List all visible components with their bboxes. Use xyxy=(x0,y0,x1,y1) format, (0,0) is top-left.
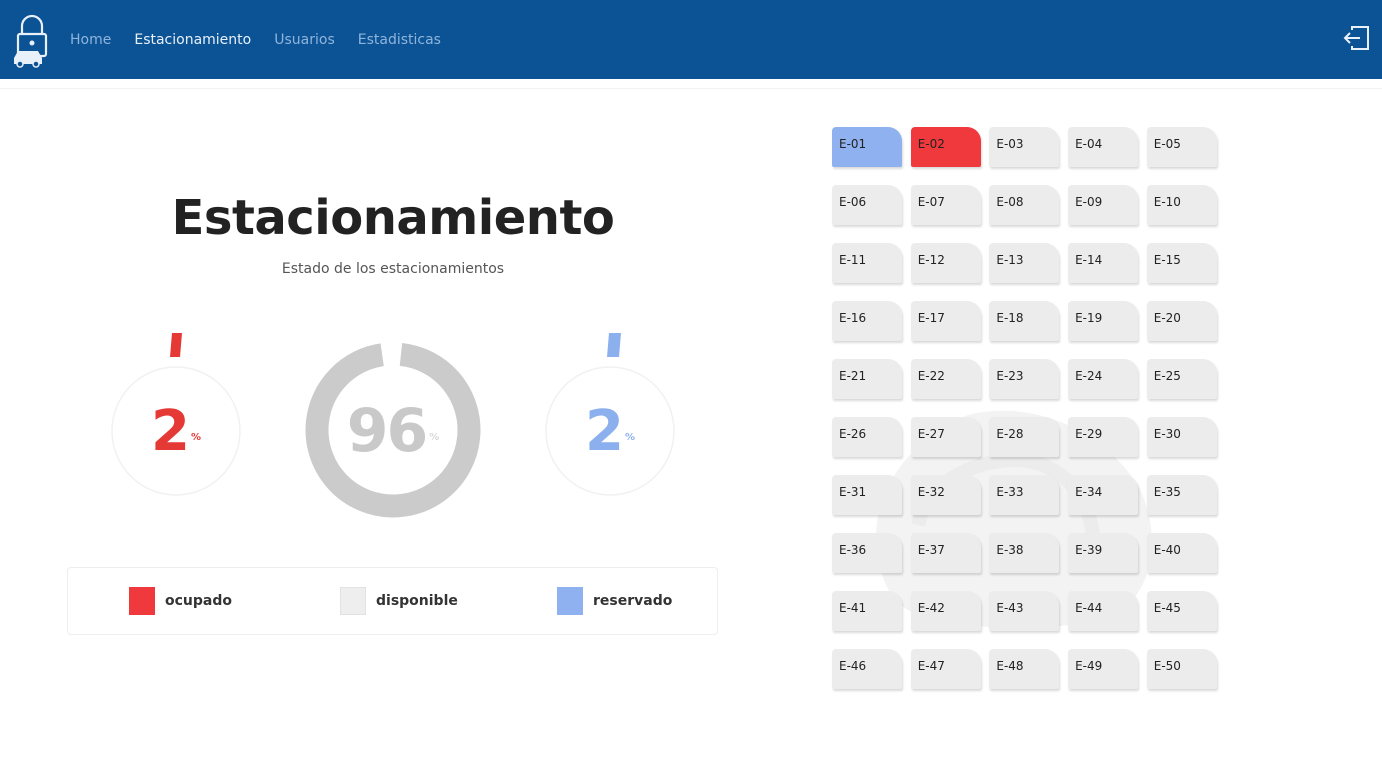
parking-spot-e-33[interactable]: E-33 xyxy=(989,475,1060,515)
legend-swatch-disponible xyxy=(340,587,366,615)
parking-spot-e-05[interactable]: E-05 xyxy=(1146,127,1217,167)
nav-links: Home Estacionamiento Usuarios Estadistic… xyxy=(70,0,441,79)
parking-spot-e-44[interactable]: E-44 xyxy=(1068,591,1139,631)
parking-spot-grid: E-01 E-02 E-03 E-04 E-05 E-06 E-07 E-08 E-09 E-10… xyxy=(832,127,1217,689)
reservado-unit: % xyxy=(624,431,635,443)
legend-label-disponible: disponible xyxy=(376,593,458,609)
parking-spot-e-24[interactable]: E-24 xyxy=(1068,359,1139,399)
legend-label-ocupado: ocupado xyxy=(165,593,232,609)
parking-spot-e-10[interactable]: E-10 xyxy=(1146,185,1217,225)
parking-spot-e-07[interactable]: E-07 xyxy=(910,185,981,225)
parking-spot-e-25[interactable]: E-25 xyxy=(1146,359,1217,399)
parking-spot-e-17[interactable]: E-17 xyxy=(910,301,981,341)
reservado-value: 2 xyxy=(585,398,624,464)
parking-spot-e-39[interactable]: E-39 xyxy=(1068,533,1139,573)
header-divider xyxy=(0,88,1382,89)
disponible-unit: % xyxy=(429,431,440,443)
parking-spot-e-30[interactable]: E-30 xyxy=(1146,417,1217,457)
parking-spot-e-43[interactable]: E-43 xyxy=(989,591,1060,631)
parking-spot-e-14[interactable]: E-14 xyxy=(1068,243,1139,283)
nav-estadisticas[interactable]: Estadisticas xyxy=(358,32,441,48)
legend-label-reservado: reservado xyxy=(593,593,673,609)
parking-spot-e-41[interactable]: E-41 xyxy=(832,591,902,631)
parking-spot-e-48[interactable]: E-48 xyxy=(989,649,1060,689)
parking-spot-e-08[interactable]: E-08 xyxy=(989,185,1060,225)
parking-spot-e-38[interactable]: E-38 xyxy=(989,533,1060,573)
reservado-arc xyxy=(607,333,621,357)
parking-spot-e-40[interactable]: E-40 xyxy=(1146,533,1217,573)
parking-spot-e-31[interactable]: E-31 xyxy=(832,475,902,515)
parking-spot-e-21[interactable]: E-21 xyxy=(832,359,902,399)
parking-spot-e-42[interactable]: E-42 xyxy=(910,591,981,631)
parking-spot-e-50[interactable]: E-50 xyxy=(1146,649,1217,689)
legend-disponible: disponible xyxy=(340,587,458,615)
logout-icon[interactable] xyxy=(1342,25,1370,51)
nav-home[interactable]: Home xyxy=(70,32,111,48)
parking-spot-e-28[interactable]: E-28 xyxy=(989,417,1060,457)
parking-spot-e-27[interactable]: E-27 xyxy=(910,417,981,457)
parking-spot-e-12[interactable]: E-12 xyxy=(910,243,981,283)
parking-spot-e-36[interactable]: E-36 xyxy=(832,533,902,573)
parking-spot-e-15[interactable]: E-15 xyxy=(1146,243,1217,283)
legend-reservado: reservado xyxy=(557,587,672,615)
parking-spot-e-26[interactable]: E-26 xyxy=(832,417,902,457)
parking-spot-e-23[interactable]: E-23 xyxy=(989,359,1060,399)
parking-spot-e-09[interactable]: E-09 xyxy=(1068,185,1139,225)
parking-spot-e-45[interactable]: E-45 xyxy=(1146,591,1217,631)
ocupado-arc xyxy=(170,333,182,357)
legend-ocupado: ocupado xyxy=(129,587,232,615)
parking-spot-e-20[interactable]: E-20 xyxy=(1146,301,1217,341)
parking-lock-car-icon[interactable] xyxy=(10,12,54,68)
nav-estacionamiento[interactable]: Estacionamiento xyxy=(134,32,251,48)
legend-swatch-ocupado xyxy=(129,587,155,615)
parking-spot-e-32[interactable]: E-32 xyxy=(910,475,981,515)
parking-spot-e-02[interactable]: E-02 xyxy=(910,127,981,167)
parking-spot-e-06[interactable]: E-06 xyxy=(832,185,902,225)
parking-spot-e-11[interactable]: E-11 xyxy=(832,243,902,283)
parking-spot-e-29[interactable]: E-29 xyxy=(1068,417,1139,457)
nav-usuarios[interactable]: Usuarios xyxy=(274,32,335,48)
ocupado-gauge: 2 % xyxy=(110,330,242,504)
reservado-gauge: 2 % xyxy=(544,330,676,504)
parking-spot-e-47[interactable]: E-47 xyxy=(910,649,981,689)
parking-spot-e-18[interactable]: E-18 xyxy=(989,301,1060,341)
parking-spot-e-19[interactable]: E-19 xyxy=(1068,301,1139,341)
ocupado-value: 2 xyxy=(151,398,190,464)
parking-spot-e-01[interactable]: E-01 xyxy=(832,127,902,167)
navbar: Home Estacionamiento Usuarios Estadistic… xyxy=(0,0,1382,79)
page-subtitle: Estado de los estacionamientos xyxy=(281,261,505,277)
page-title: Estacionamiento xyxy=(171,190,615,246)
ocupado-unit: % xyxy=(190,431,201,443)
legend: ocupado disponible reservado xyxy=(67,567,718,635)
parking-spot-e-13[interactable]: E-13 xyxy=(989,243,1060,283)
parking-spot-e-49[interactable]: E-49 xyxy=(1068,649,1139,689)
parking-spot-e-37[interactable]: E-37 xyxy=(910,533,981,573)
parking-spot-e-46[interactable]: E-46 xyxy=(832,649,902,689)
disponible-gauge: 96 % xyxy=(304,332,482,530)
disponible-value: 96 xyxy=(346,396,428,466)
parking-spot-e-03[interactable]: E-03 xyxy=(989,127,1060,167)
parking-spot-e-22[interactable]: E-22 xyxy=(910,359,981,399)
parking-spot-e-34[interactable]: E-34 xyxy=(1068,475,1139,515)
parking-spot-e-04[interactable]: E-04 xyxy=(1068,127,1139,167)
legend-swatch-reservado xyxy=(557,587,583,615)
parking-spot-e-35[interactable]: E-35 xyxy=(1146,475,1217,515)
parking-spot-e-16[interactable]: E-16 xyxy=(832,301,902,341)
